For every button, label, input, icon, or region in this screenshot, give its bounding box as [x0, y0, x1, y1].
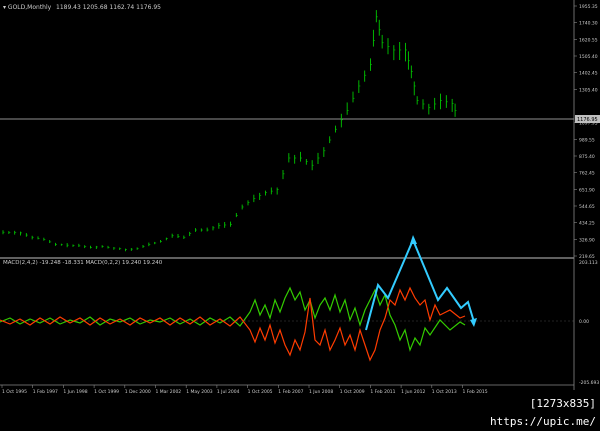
time-tick-label: 1 Oct 2005: [248, 389, 273, 395]
ohlc-readout: 1189.43 1205.68 1162.74 1176.95: [56, 4, 161, 11]
indicator-label: MACD(2,4,2) -19.248 -18.331 MACD(0,2,2) …: [3, 260, 163, 266]
time-tick-label: 1 Feb 2007: [278, 389, 303, 395]
price-tick-label: 1402.45: [579, 71, 598, 77]
indicator-tick-label: 0.00: [579, 319, 589, 325]
chart-window[interactable]: ▾ GOLD,Monthly 1189.43 1205.68 1162.74 1…: [0, 0, 600, 413]
price-tick-label: 544.65: [579, 204, 595, 210]
time-tick-label: 1 Jun 2008: [309, 389, 333, 395]
time-tick-label: 1 Oct 2009: [340, 389, 365, 395]
price-tick-label: 1505.40: [579, 54, 598, 60]
time-tick-label: 1 May 2003: [186, 389, 213, 395]
price-tick-label: 651.90: [579, 187, 595, 193]
indicator-tick-label: 203.113: [579, 260, 598, 266]
symbol-title: ▾ GOLD,Monthly: [3, 4, 52, 11]
price-tick-label: 1305.40: [579, 87, 598, 93]
price-tick-label: 1620.55: [579, 37, 598, 43]
current-price-text: 1176.95: [577, 117, 598, 123]
time-tick-label: 1 Mar 2002: [156, 389, 182, 395]
time-tick-label: 1 Feb 1997: [33, 389, 58, 395]
indicator-tick-label: -205.693: [579, 380, 599, 386]
price-tick-label: 989.55: [579, 137, 595, 143]
price-tick-label: 434.25: [579, 221, 595, 227]
price-tick-label: 762.45: [579, 171, 595, 177]
time-tick-label: 1 Oct 1995: [2, 389, 27, 395]
watermark: [1273x835] https://upic.me/: [436, 395, 600, 428]
symbol-name: GOLD,Monthly: [8, 4, 52, 11]
time-tick-label: 1 Jul 2004: [217, 389, 240, 395]
time-tick-label: 1 Oct 1999: [94, 389, 119, 395]
time-tick-label: 1 Jun 2012: [401, 389, 425, 395]
time-tick-label: 1 Dec 2000: [125, 389, 151, 395]
price-tick-label: 326.90: [579, 237, 595, 243]
price-tick-label: 219.65: [579, 254, 595, 260]
price-tick-label: 1955.35: [579, 4, 598, 10]
price-tick-label: 875.40: [579, 154, 595, 160]
price-tick-label: 1740.30: [579, 21, 598, 27]
time-tick-label: 1 Jun 1998: [63, 389, 87, 395]
time-tick-label: 1 Feb 2011: [370, 389, 395, 395]
